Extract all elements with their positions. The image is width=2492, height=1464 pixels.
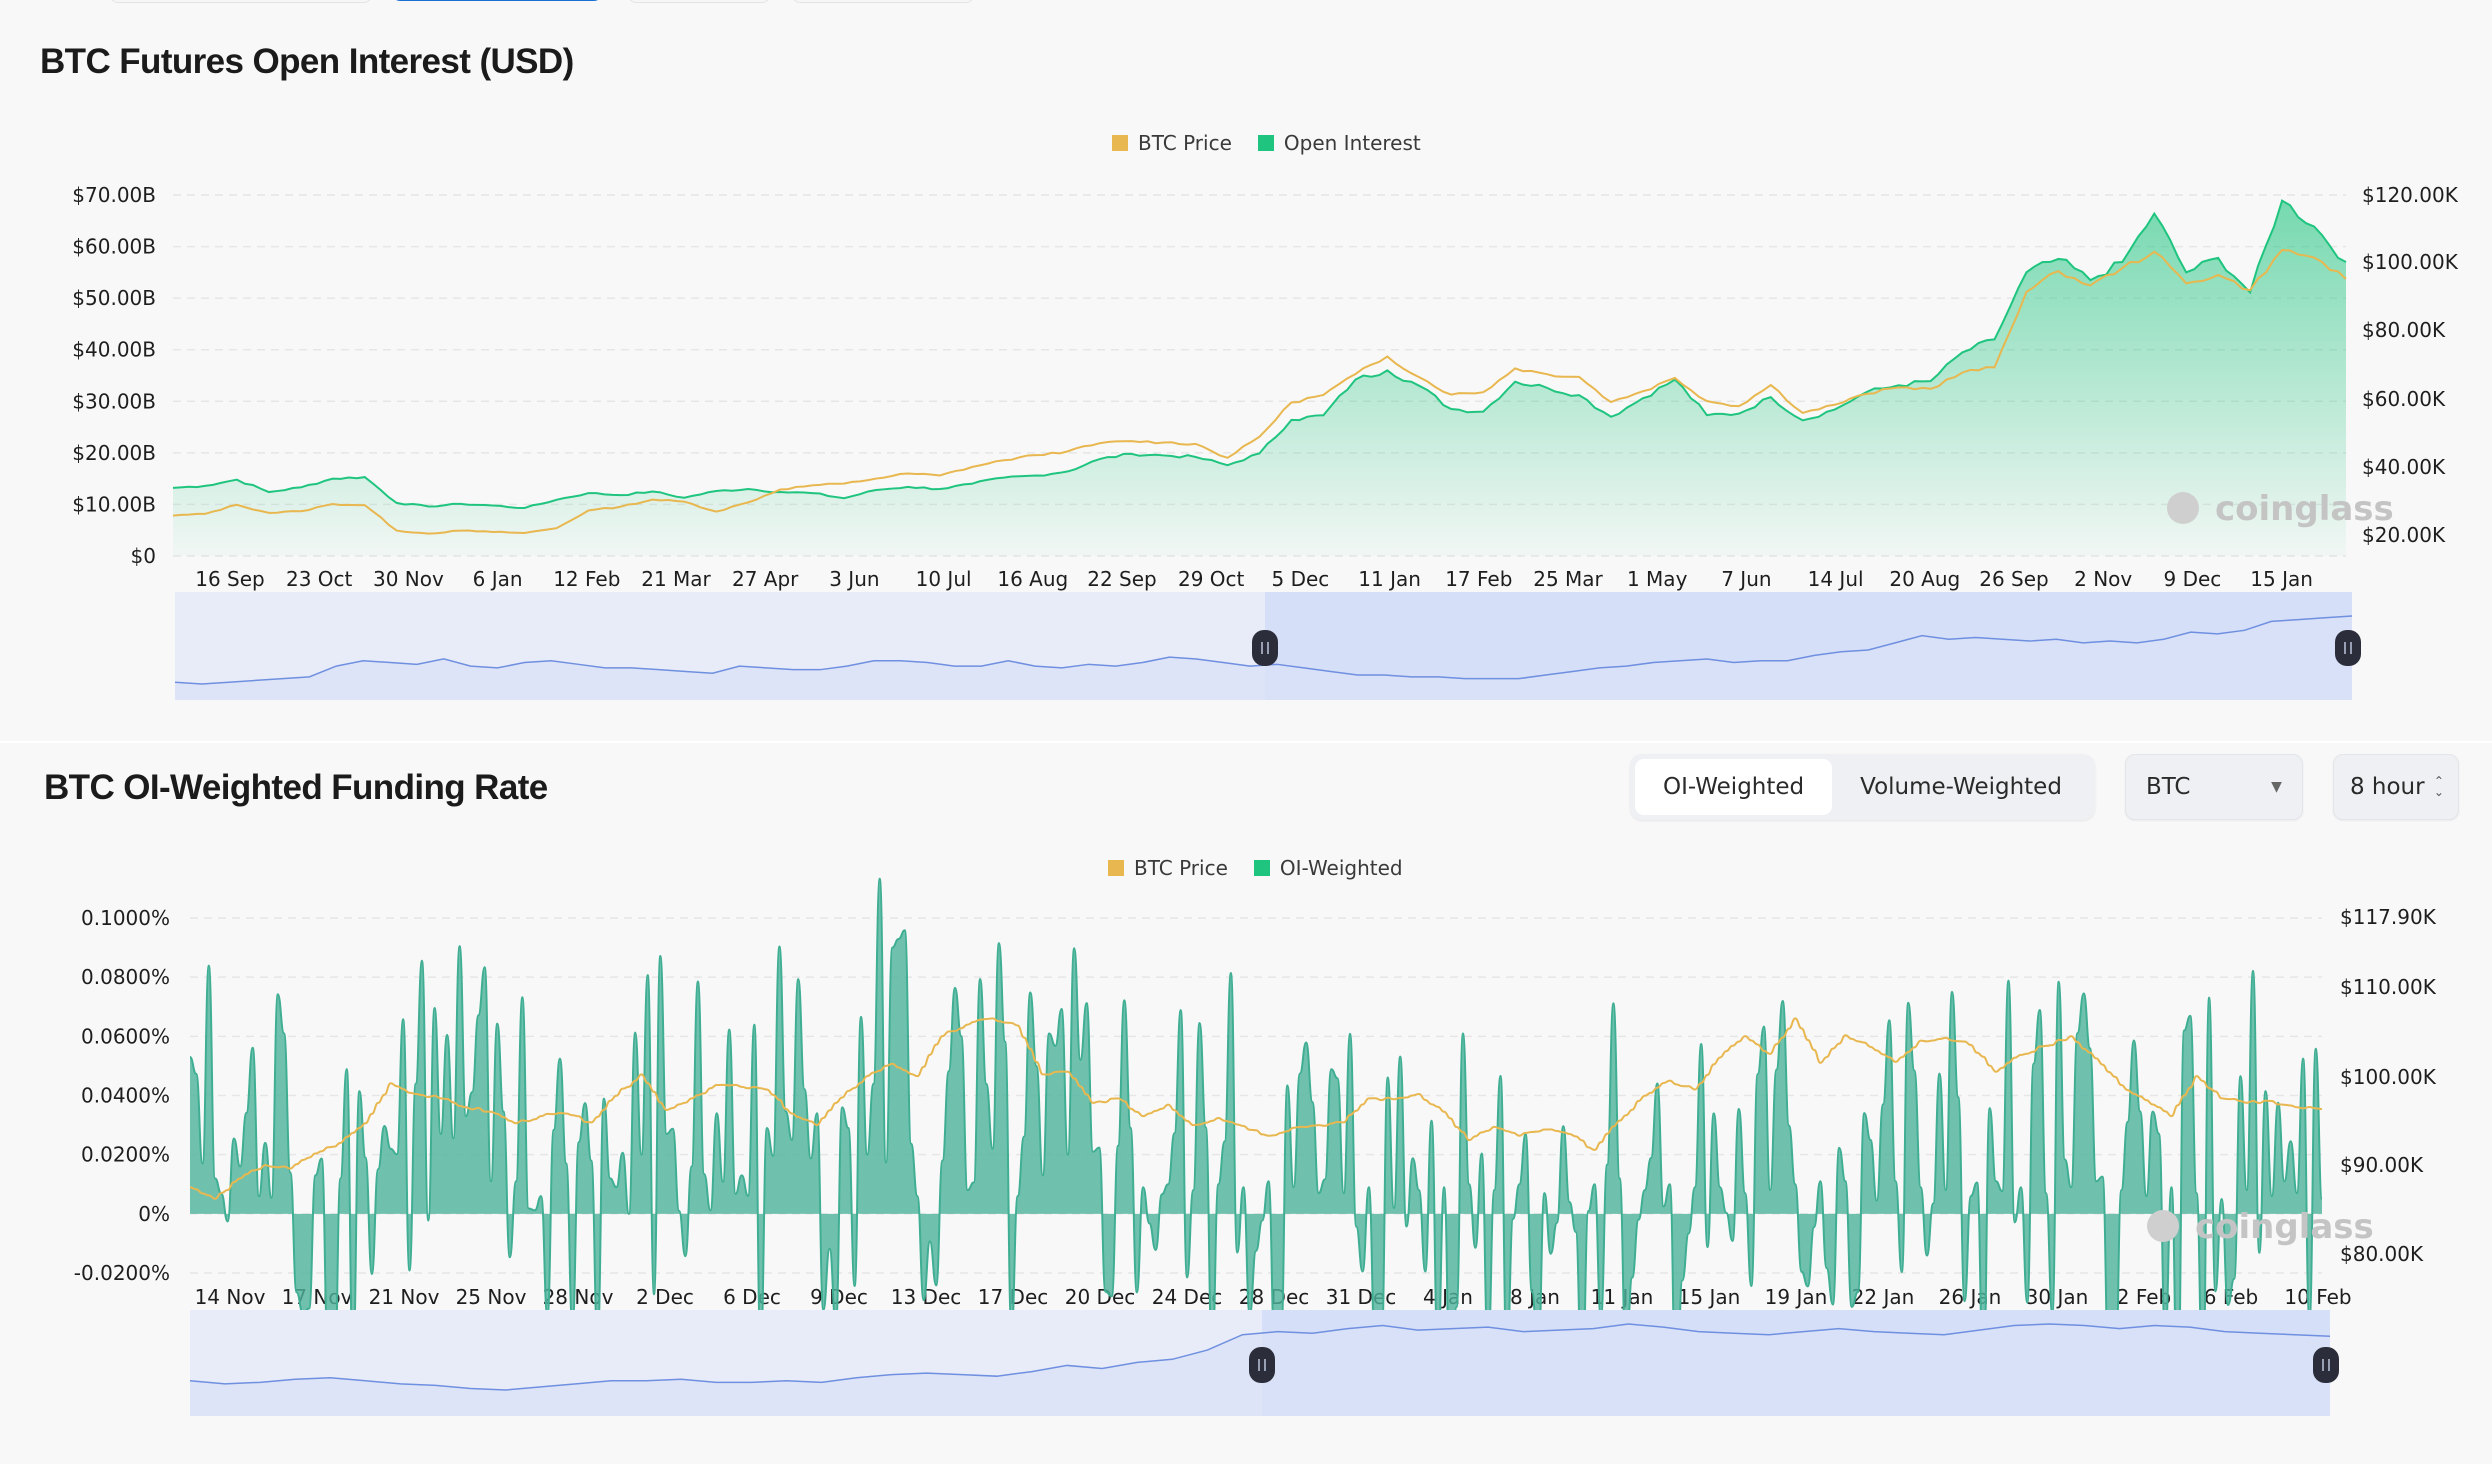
series-line-btc-price bbox=[189, 1017, 2323, 1200]
x-tick-label: 30 Jan bbox=[2026, 1285, 2089, 1309]
y-left-tick-label: 0.0200% bbox=[81, 1143, 170, 1167]
y-right-tick-label: $110.00K bbox=[2340, 975, 2437, 999]
funding-rate-chart[interactable]: -0.0200% 0% 0.0200% 0.0400% 0.0600% 0.0800% 0.… bbox=[0, 0, 2492, 1464]
y-right-tick-label: $100.00K bbox=[2340, 1065, 2437, 1089]
x-tick-label: 6 Dec bbox=[723, 1285, 781, 1309]
x-tick-label: 15 Jan bbox=[1678, 1285, 1741, 1309]
navigator-left-handle[interactable] bbox=[1249, 1347, 1275, 1383]
x-tick-label: 22 Jan bbox=[1852, 1285, 1915, 1309]
x-tick-label: 19 Jan bbox=[1765, 1285, 1828, 1309]
y-left-tick-label: -0.0200% bbox=[74, 1261, 170, 1285]
coinglass-watermark: coinglass bbox=[2195, 1207, 2374, 1247]
navigator-right-handle[interactable] bbox=[2313, 1347, 2339, 1383]
y-left-tick-label: 0.0600% bbox=[81, 1024, 170, 1048]
y-left-tick-label: 0.1000% bbox=[81, 906, 170, 930]
x-tick-label: 17 Nov bbox=[282, 1285, 353, 1309]
x-tick-label: 31 Dec bbox=[1326, 1285, 1397, 1309]
x-tick-label: 20 Dec bbox=[1065, 1285, 1136, 1309]
x-tick-label: 28 Nov bbox=[543, 1285, 614, 1309]
x-tick-label: 14 Nov bbox=[195, 1285, 266, 1309]
y-right-tick-label: $90.00K bbox=[2340, 1153, 2424, 1177]
y-right-tick-label: $117.90K bbox=[2340, 905, 2437, 929]
y-left-tick-label: 0.0400% bbox=[81, 1084, 170, 1108]
y-left-tick-label: 0% bbox=[138, 1202, 170, 1226]
x-tick-label: 2 Dec bbox=[636, 1285, 694, 1309]
y-left-tick-label: 0.0800% bbox=[81, 965, 170, 989]
x-tick-label: 9 Dec bbox=[810, 1285, 868, 1309]
x-tick-label: 10 Feb bbox=[2284, 1285, 2351, 1309]
coinglass-logo-icon bbox=[2147, 1210, 2179, 1242]
handle-body[interactable] bbox=[1249, 1347, 1275, 1383]
handle-body[interactable] bbox=[2313, 1347, 2339, 1383]
x-tick-label: 21 Nov bbox=[369, 1285, 440, 1309]
x-tick-label: 25 Nov bbox=[456, 1285, 527, 1309]
x-tick-label: 26 Jan bbox=[1939, 1285, 2002, 1309]
